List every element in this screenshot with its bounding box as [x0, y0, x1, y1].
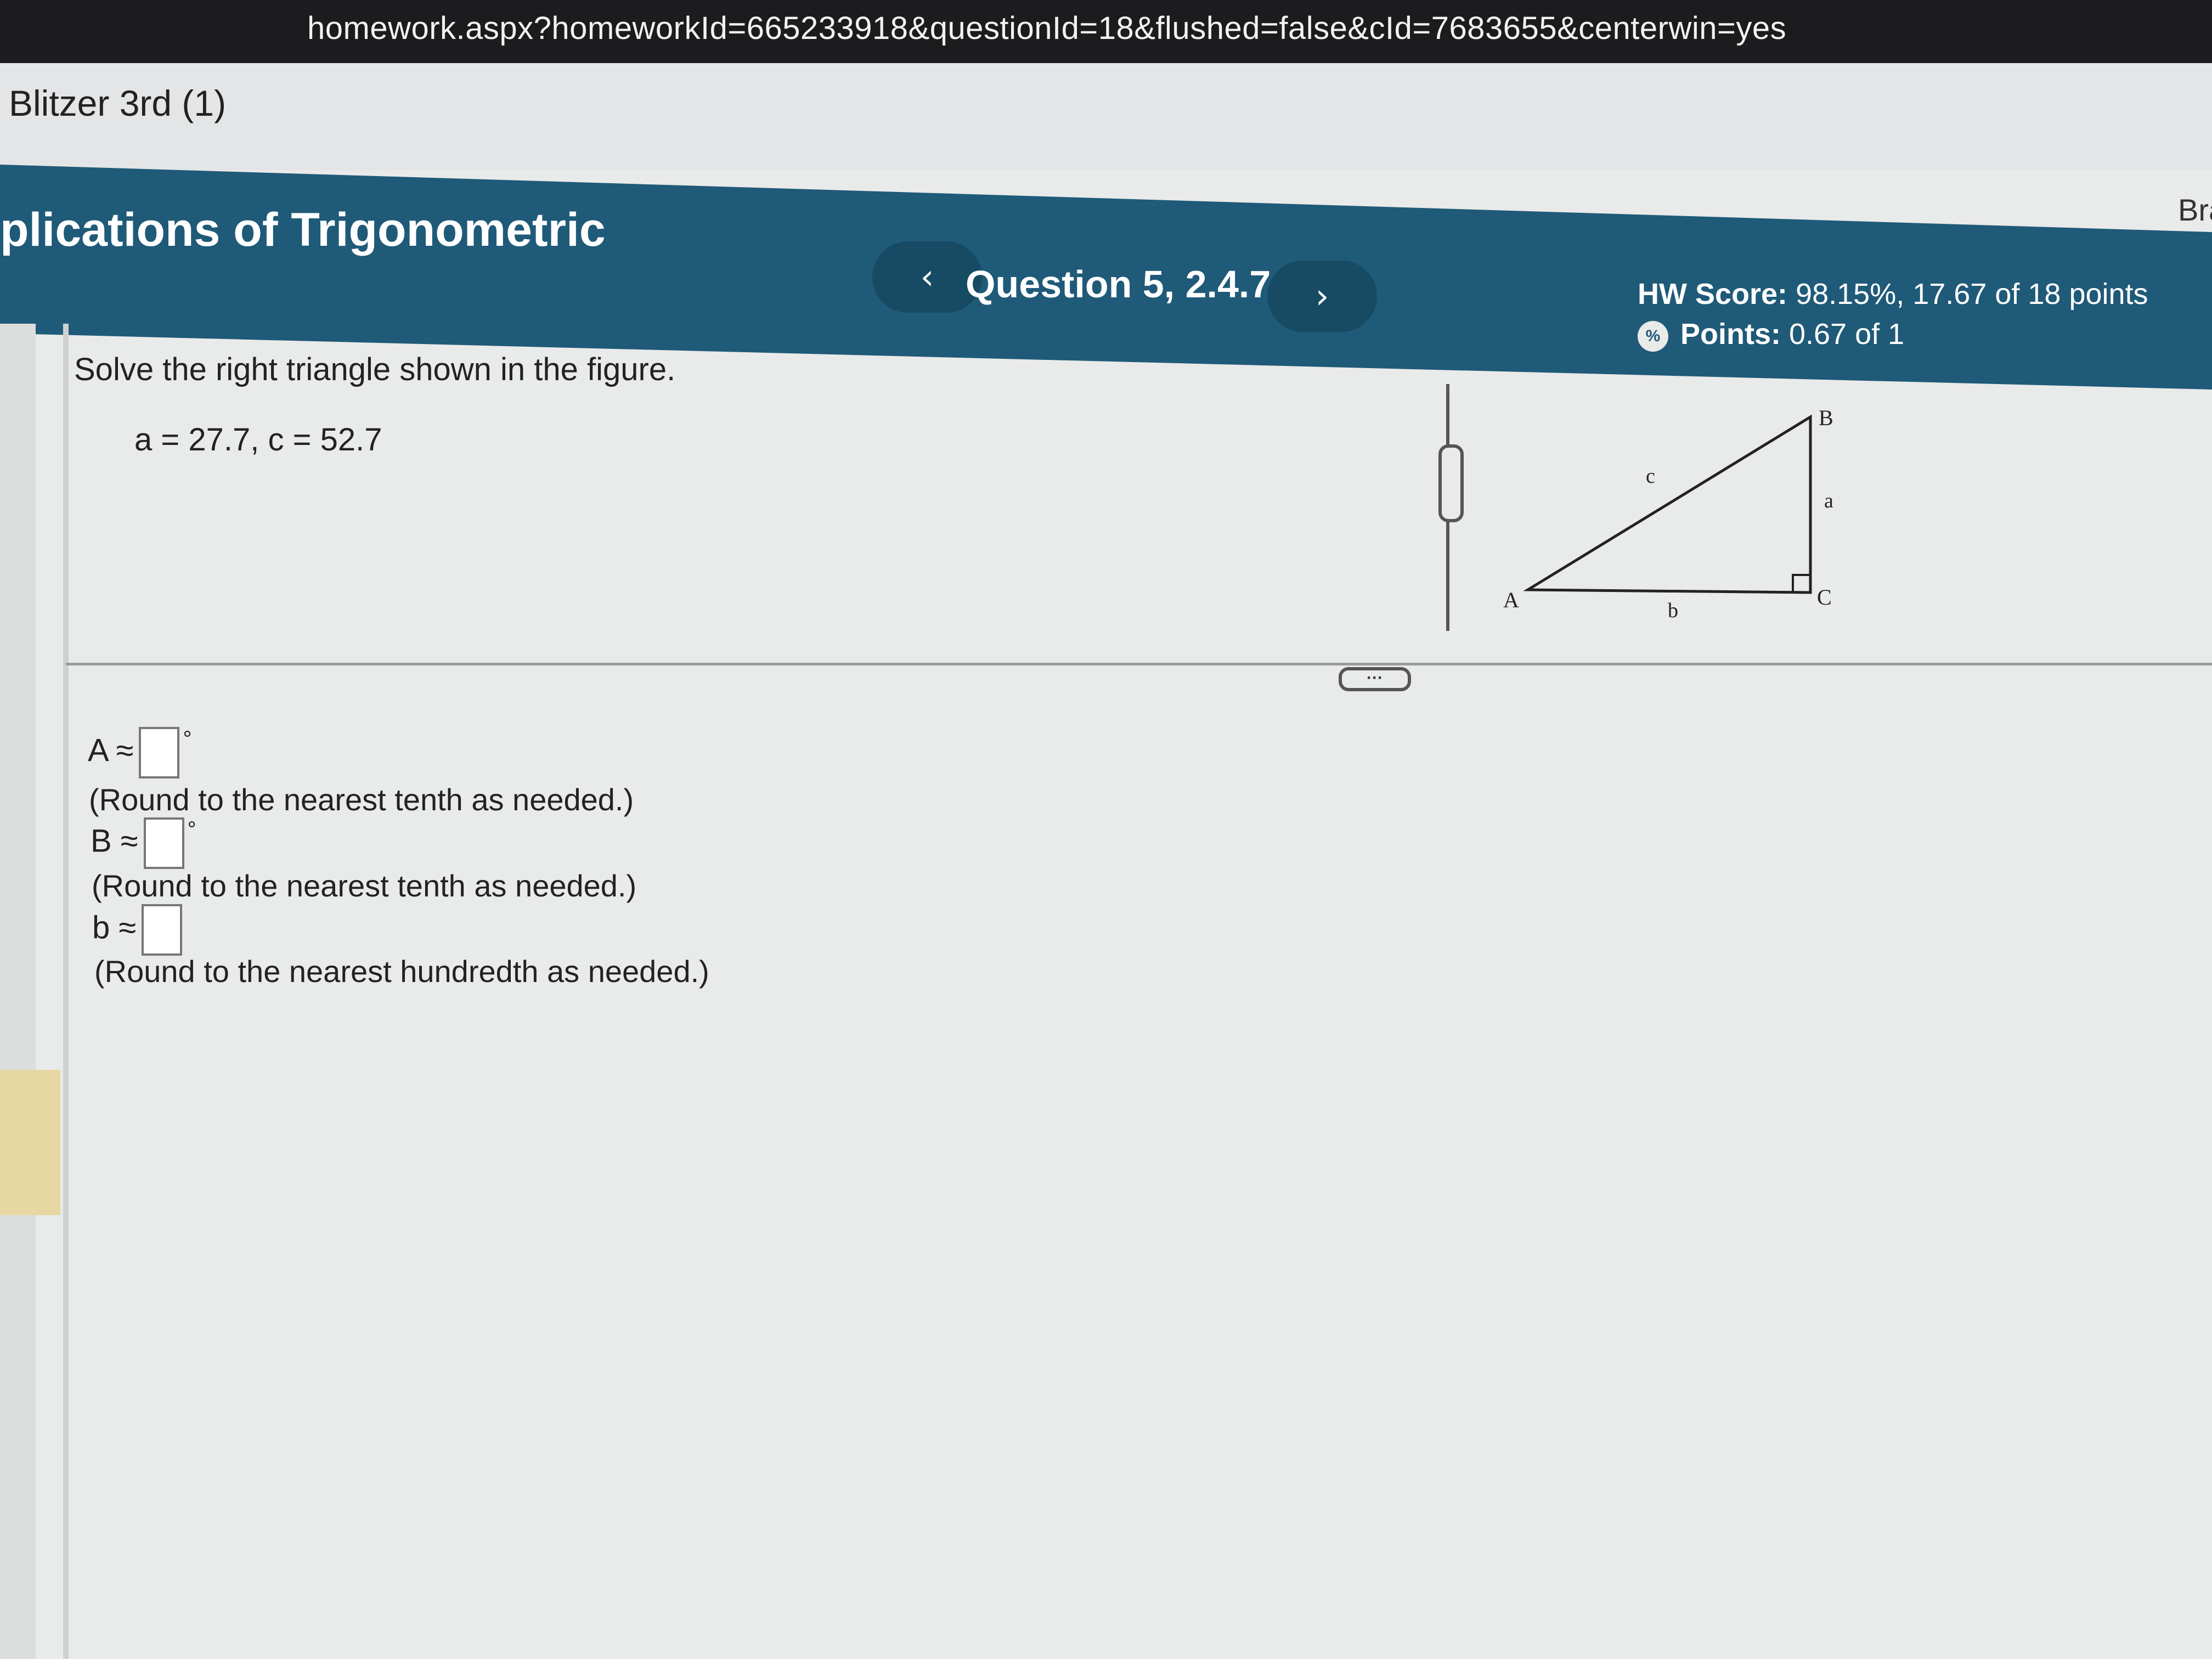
answer-input-a[interactable]	[139, 727, 180, 778]
rounding-hint-b: (Round to the nearest tenth as needed.)	[92, 868, 637, 903]
side-label-a: a	[1824, 489, 1833, 512]
vertex-label-c: C	[1817, 585, 1832, 610]
question-number: Question 5, 2.4.7	[966, 263, 1271, 306]
chevron-left-icon: ‹	[920, 257, 934, 297]
points-value: 0.67 of 1	[1789, 318, 1905, 351]
right-angle-marker	[1792, 574, 1812, 594]
answer-label-side-b: b ≈	[92, 910, 137, 946]
content-border	[63, 324, 69, 1659]
degree-symbol: °	[183, 727, 192, 751]
rounding-hint-side-b: (Round to the nearest hundredth as neede…	[94, 954, 709, 989]
answer-input-b[interactable]	[143, 817, 184, 869]
url-text[interactable]: homework.aspx?homeworkId=665233918&quest…	[307, 10, 1786, 47]
hw-score-value: 98.15%, 17.67 of 18 points	[1796, 278, 2148, 311]
side-label-c: c	[1646, 465, 1655, 488]
horizontal-divider	[66, 663, 2212, 665]
side-label-b: b	[1668, 599, 1678, 622]
answer-input-side-b[interactable]	[142, 904, 183, 956]
points: % Points: 0.67 of 1	[1638, 317, 1904, 352]
answer-row-side-b: b ≈	[92, 904, 183, 956]
partial-credit-icon: %	[1638, 320, 1668, 352]
app-title: Blitzer 3rd (1)	[9, 83, 227, 123]
vertex-label-a: A	[1503, 588, 1519, 612]
chapter-title: plications of Trigonometric	[0, 204, 606, 256]
brand-text: Bra	[2178, 193, 2212, 227]
rounding-hint-a: (Round to the nearest tenth as needed.)	[89, 782, 634, 817]
next-question-button[interactable]: ›	[1267, 261, 1377, 332]
points-label: Points:	[1680, 318, 1781, 351]
given-values: a = 27.7, c = 52.7	[134, 422, 382, 458]
answer-label-a: A ≈	[88, 732, 134, 769]
horizontal-resize-handle[interactable]: ···	[1339, 667, 1411, 691]
left-strip	[0, 324, 36, 1659]
hw-score: HW Score: 98.15%, 17.67 of 18 points	[1638, 277, 2148, 311]
chevron-right-icon: ›	[1315, 276, 1329, 316]
answer-row-b: B ≈ °	[91, 817, 196, 869]
side-tab[interactable]	[0, 1070, 60, 1215]
question-prompt: Solve the right triangle shown in the fi…	[74, 352, 676, 387]
answer-label-b: B ≈	[91, 823, 138, 859]
hw-score-label: HW Score:	[1638, 278, 1788, 311]
vertical-resize-handle[interactable]	[1438, 444, 1464, 522]
triangle-shape	[1523, 414, 1812, 594]
right-triangle-figure: A B C c a b	[1503, 405, 1833, 622]
app-title-bar	[0, 63, 2212, 170]
answer-row-a: A ≈ °	[88, 727, 191, 778]
vertex-label-b: B	[1819, 405, 1833, 430]
degree-symbol: °	[187, 817, 196, 842]
